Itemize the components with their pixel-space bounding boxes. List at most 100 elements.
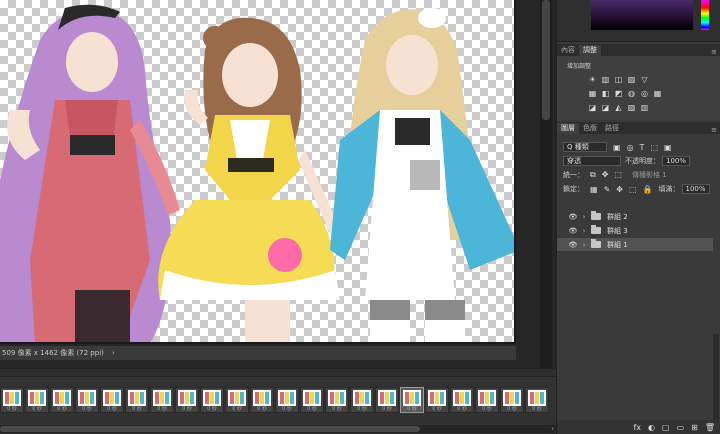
frame-duration[interactable]: 0 秒 — [26, 405, 48, 412]
layers-scrollbar[interactable] — [713, 334, 719, 434]
expand-chevron-icon[interactable]: › — [579, 241, 589, 249]
scroll-right-icon[interactable]: › — [551, 425, 554, 433]
timeline-frame[interactable]: 0 秒 — [425, 387, 449, 413]
add-mask-icon[interactable]: ◐ — [648, 423, 655, 432]
posterize-icon[interactable]: ◪ — [600, 102, 611, 112]
frame-duration[interactable]: 0 秒 — [76, 405, 98, 412]
new-layer-icon[interactable]: ⊞ — [691, 423, 698, 432]
timeline-frame[interactable]: 0 秒 — [0, 387, 24, 413]
opacity-input[interactable]: 100% — [662, 156, 691, 166]
lock-position-icon[interactable]: ✥ — [616, 185, 623, 194]
adjustment-filter-icon[interactable]: ◎ — [627, 143, 634, 152]
exposure-icon[interactable]: ▨ — [626, 74, 637, 84]
timeline-scrollbar[interactable]: › — [0, 425, 556, 433]
timeline-frame[interactable]: 0 秒 — [250, 387, 274, 413]
status-menu-arrow-icon[interactable]: › — [112, 349, 115, 357]
lock-transparent-icon[interactable]: ▦ — [590, 185, 598, 194]
frame-duration[interactable]: 0 秒 — [351, 405, 373, 412]
delete-layer-icon[interactable]: 🗑 — [705, 423, 715, 432]
photo-filter-icon[interactable]: ◍ — [626, 88, 637, 98]
hue-slider[interactable] — [701, 0, 709, 30]
frame-duration[interactable]: 0 秒 — [476, 405, 498, 412]
frame-duration[interactable]: 0 秒 — [451, 405, 473, 412]
vibrance-icon[interactable]: ▽ — [639, 74, 650, 84]
levels-icon[interactable]: ▥ — [600, 74, 611, 84]
timeline-frame[interactable]: 0 秒 — [125, 387, 149, 413]
timeline-frame[interactable]: 0 秒 — [500, 387, 524, 413]
frame-duration[interactable]: 0 秒 — [51, 405, 73, 412]
timeline-frame[interactable]: 0 秒 — [450, 387, 474, 413]
color-lookup-icon[interactable]: ▦ — [652, 88, 663, 98]
timeline-frame[interactable]: 0 秒 — [325, 387, 349, 413]
layer-name[interactable]: 群組 1 — [607, 240, 628, 250]
timeline-frame[interactable]: 0 秒 — [400, 387, 424, 413]
frame-duration[interactable]: 0 秒 — [401, 405, 423, 412]
timeline-frame[interactable]: 0 秒 — [350, 387, 374, 413]
lock-artboard-icon[interactable]: ⬚ — [629, 185, 637, 194]
frame-duration[interactable]: 0 秒 — [226, 405, 248, 412]
new-fill-layer-icon[interactable]: ▭ — [677, 423, 685, 432]
tab-paths[interactable]: 路徑 — [601, 123, 623, 134]
timeline-frame[interactable]: 0 秒 — [275, 387, 299, 413]
fill-input[interactable]: 100% — [681, 184, 710, 194]
frame-duration[interactable]: 0 秒 — [326, 405, 348, 412]
visibility-eye-icon[interactable]: 👁 — [567, 213, 579, 221]
panel-menu-icon[interactable]: ≡ — [711, 48, 717, 56]
unify-visibility-icon[interactable]: ✥ — [602, 170, 609, 180]
frame-duration[interactable]: 0 秒 — [201, 405, 223, 412]
frame-duration[interactable]: 0 秒 — [151, 405, 173, 412]
timeline-frame[interactable]: 0 秒 — [375, 387, 399, 413]
scroll-thumb[interactable] — [542, 0, 550, 120]
color-picker-field[interactable] — [591, 0, 693, 30]
timeline-frame[interactable]: 0 秒 — [175, 387, 199, 413]
timeline-frame[interactable]: 0 秒 — [25, 387, 49, 413]
layers-menu-icon[interactable]: ≡ — [711, 126, 717, 134]
timeline-frame[interactable]: 0 秒 — [100, 387, 124, 413]
layer-row[interactable]: 👁 › 群組 1 — [557, 238, 713, 251]
canvas-vertical-scrollbar[interactable] — [540, 0, 552, 368]
frame-duration[interactable]: 0 秒 — [301, 405, 323, 412]
document-canvas[interactable] — [0, 0, 516, 344]
timeline-frame[interactable]: 0 秒 — [200, 387, 224, 413]
brightness-icon[interactable]: ☀ — [587, 74, 598, 84]
curves-icon[interactable]: ◫ — [613, 74, 624, 84]
frame-duration[interactable]: 0 秒 — [501, 405, 523, 412]
document-canvas-area[interactable]: 509 像素 x 1462 像素 (72 ppi) › — [0, 0, 556, 368]
frame-duration[interactable]: 0 秒 — [251, 405, 273, 412]
unify-style-icon[interactable]: ⬚ — [614, 170, 622, 180]
expand-chevron-icon[interactable]: › — [579, 227, 589, 235]
timeline-frame[interactable]: 0 秒 — [300, 387, 324, 413]
pixel-filter-icon[interactable]: ▣ — [613, 143, 621, 152]
frame-duration[interactable]: 0 秒 — [526, 405, 548, 412]
channel-mixer-icon[interactable]: ◎ — [639, 88, 650, 98]
timeline-scroll-thumb[interactable] — [0, 426, 420, 432]
hue-saturation-icon[interactable]: ▦ — [587, 88, 598, 98]
layer-name[interactable]: 群組 3 — [607, 226, 628, 236]
shape-filter-icon[interactable]: ⬚ — [650, 143, 658, 152]
color-balance-icon[interactable]: ◧ — [600, 88, 611, 98]
frame-duration[interactable]: 0 秒 — [176, 405, 198, 412]
tab-layers[interactable]: 圖層 — [557, 123, 579, 134]
timeline-frame[interactable]: 0 秒 — [150, 387, 174, 413]
selective-color-icon[interactable]: ▨ — [626, 102, 637, 112]
blend-mode-select[interactable]: 穿透 — [563, 156, 621, 166]
type-filter-icon[interactable]: T — [640, 143, 645, 152]
add-layer-style-icon[interactable]: fx — [633, 423, 641, 432]
visibility-eye-icon[interactable]: 👁 — [567, 241, 579, 249]
timeline-frame[interactable]: 0 秒 — [50, 387, 74, 413]
layer-name[interactable]: 群組 2 — [607, 212, 628, 222]
visibility-eye-icon[interactable]: 👁 — [567, 227, 579, 235]
tab-channels[interactable]: 色版 — [579, 123, 601, 134]
layer-filter-select[interactable]: Q 種類 — [563, 142, 607, 152]
gradient-map-icon[interactable]: ▥ — [639, 102, 650, 112]
threshold-icon[interactable]: ◭ — [613, 102, 624, 112]
frame-duration[interactable]: 0 秒 — [126, 405, 148, 412]
propagate-frame-label[interactable]: 傳播影格 1 — [632, 170, 667, 180]
timeline-frame[interactable]: 0 秒 — [75, 387, 99, 413]
timeline-frame[interactable]: 0 秒 — [525, 387, 549, 413]
tab-adjustments[interactable]: 調整 — [579, 45, 601, 56]
frame-duration[interactable]: 0 秒 — [101, 405, 123, 412]
frame-duration[interactable]: 0 秒 — [276, 405, 298, 412]
layer-row[interactable]: 👁 › 群組 2 — [557, 210, 713, 223]
new-group-icon[interactable]: ▢ — [662, 423, 670, 432]
